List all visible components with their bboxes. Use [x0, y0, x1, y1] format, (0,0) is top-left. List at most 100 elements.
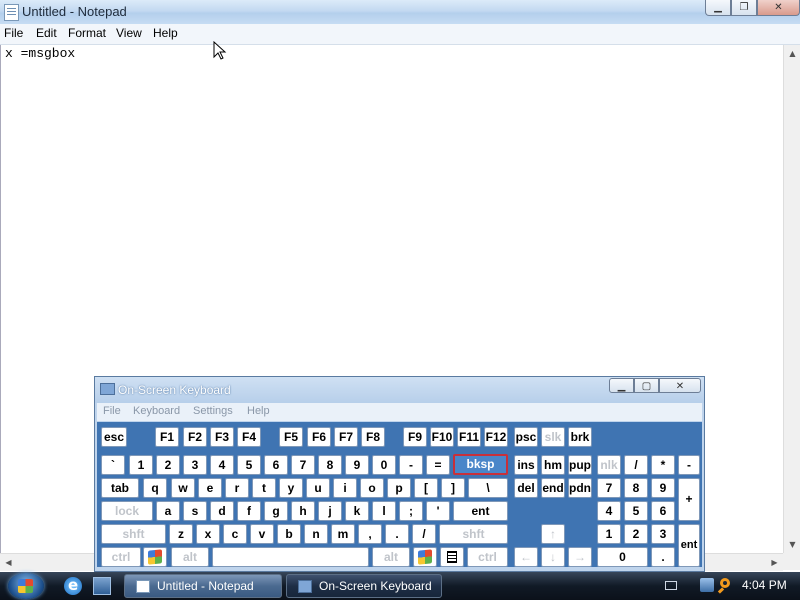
key-f9[interactable]: F9	[403, 427, 427, 447]
key-0[interactable]: 0	[372, 455, 396, 475]
key-numpad-1[interactable]: 1	[597, 524, 621, 544]
start-button[interactable]	[8, 573, 44, 599]
key-nlk[interactable]: nlk	[597, 455, 621, 475]
key-numpad-4[interactable]: 4	[597, 501, 621, 521]
notepad-app-icon[interactable]	[4, 4, 19, 21]
key-7[interactable]: 7	[291, 455, 315, 475]
key-e[interactable]: e	[198, 478, 222, 498]
key-minus[interactable]: -	[399, 455, 423, 475]
key-slash[interactable]: /	[412, 524, 436, 544]
key-left-shift[interactable]: shft	[101, 524, 166, 544]
key-h[interactable]: h	[291, 501, 315, 521]
key-1[interactable]: 1	[129, 455, 153, 475]
key-2[interactable]: 2	[156, 455, 180, 475]
osk-close-button[interactable]: ✕	[659, 378, 701, 393]
key-x[interactable]: x	[196, 524, 220, 544]
key-m[interactable]: m	[331, 524, 355, 544]
key-y[interactable]: y	[279, 478, 303, 498]
key-f5[interactable]: F5	[279, 427, 303, 447]
key-numpad-6[interactable]: 6	[651, 501, 675, 521]
taskbar-item-on-screen-keyboard[interactable]: On-Screen Keyboard	[286, 574, 442, 598]
osk-minimize-button[interactable]: ▁	[609, 378, 634, 393]
key-n[interactable]: n	[304, 524, 328, 544]
key-quote[interactable]: '	[426, 501, 450, 521]
key-tab[interactable]: tab	[101, 478, 139, 498]
key-close-bracket[interactable]: ]	[441, 478, 465, 498]
osk-maximize-button[interactable]: ▢	[634, 378, 659, 393]
key-l[interactable]: l	[372, 501, 396, 521]
key-5[interactable]: 5	[237, 455, 261, 475]
key-right-shift[interactable]: shft	[439, 524, 508, 544]
key-numpad-8[interactable]: 8	[624, 478, 648, 498]
key-right-windows[interactable]	[413, 547, 437, 567]
switch-windows-icon[interactable]	[93, 577, 111, 595]
key-psc[interactable]: psc	[514, 427, 538, 447]
key-del[interactable]: del	[514, 478, 538, 498]
close-button[interactable]: ✕	[757, 0, 800, 16]
osk-title-bar[interactable]: On-Screen Keyboard ▁ ▢ ✕	[95, 377, 704, 403]
key-numpad-enter[interactable]: ent	[678, 524, 700, 567]
scroll-left-icon[interactable]: ◀	[0, 554, 17, 571]
menu-file[interactable]: File	[4, 26, 23, 40]
key-open-bracket[interactable]: [	[414, 478, 438, 498]
key-up-arrow[interactable]: ↑	[541, 524, 565, 544]
key-q[interactable]: q	[143, 478, 167, 498]
key-backtick[interactable]: `	[101, 455, 125, 475]
key-numpad-multiply[interactable]: *	[651, 455, 675, 475]
key-numpad-plus[interactable]: +	[678, 478, 700, 521]
key-pup[interactable]: pup	[568, 455, 592, 475]
key-s[interactable]: s	[183, 501, 207, 521]
key-period[interactable]: .	[385, 524, 409, 544]
key-j[interactable]: j	[318, 501, 342, 521]
key-numpad-2[interactable]: 2	[624, 524, 648, 544]
key-end[interactable]: end	[541, 478, 565, 498]
menu-help[interactable]: Help	[153, 26, 178, 40]
keyboard-app-icon[interactable]	[100, 383, 115, 395]
key-r[interactable]: r	[225, 478, 249, 498]
key-v[interactable]: v	[250, 524, 274, 544]
maximize-button[interactable]: ❐	[731, 0, 757, 16]
key-caps-lock[interactable]: lock	[101, 501, 153, 521]
key-6[interactable]: 6	[264, 455, 288, 475]
key-8[interactable]: 8	[318, 455, 342, 475]
key-left-windows[interactable]	[143, 547, 167, 567]
key-d[interactable]: d	[210, 501, 234, 521]
key-u[interactable]: u	[306, 478, 330, 498]
key-backspace[interactable]: bksp	[453, 454, 508, 475]
key-left-ctrl[interactable]: ctrl	[101, 547, 141, 567]
key-t[interactable]: t	[252, 478, 276, 498]
key-f11[interactable]: F11	[457, 427, 481, 447]
key-left-arrow[interactable]: ←	[514, 547, 538, 567]
keyboard-icon[interactable]	[665, 581, 677, 590]
key-right-ctrl[interactable]: ctrl	[467, 547, 508, 567]
key-numpad-divide[interactable]: /	[624, 455, 648, 475]
network-icon[interactable]	[700, 578, 714, 592]
key-f4[interactable]: F4	[237, 427, 261, 447]
key-9[interactable]: 9	[345, 455, 369, 475]
key-space[interactable]	[212, 547, 369, 567]
key-numpad-minus[interactable]: -	[678, 455, 700, 475]
key-b[interactable]: b	[277, 524, 301, 544]
scroll-up-icon[interactable]: ▲	[784, 45, 800, 62]
menu-view[interactable]: View	[116, 26, 142, 40]
key-c[interactable]: c	[223, 524, 247, 544]
key-a[interactable]: a	[156, 501, 180, 521]
key-f[interactable]: f	[237, 501, 261, 521]
key-equals[interactable]: =	[426, 455, 450, 475]
key-slk[interactable]: slk	[541, 427, 565, 447]
key-semicolon[interactable]: ;	[399, 501, 423, 521]
key-f1[interactable]: F1	[155, 427, 179, 447]
key-numpad-9[interactable]: 9	[651, 478, 675, 498]
internet-explorer-icon[interactable]	[64, 576, 82, 595]
key-numpad-decimal[interactable]: .	[651, 547, 675, 567]
minimize-button[interactable]: ▁	[705, 0, 731, 16]
key-numpad-7[interactable]: 7	[597, 478, 621, 498]
key-backslash[interactable]: \	[468, 478, 508, 498]
osk-menu-file[interactable]: File	[103, 405, 121, 417]
key-numpad-5[interactable]: 5	[624, 501, 648, 521]
key-numpad-0[interactable]: 0	[597, 547, 648, 567]
key-right-arrow[interactable]: →	[568, 547, 592, 567]
scroll-right-icon[interactable]: ▶	[766, 554, 783, 571]
key-enter[interactable]: ent	[453, 501, 508, 521]
key-comma[interactable]: ,	[358, 524, 382, 544]
